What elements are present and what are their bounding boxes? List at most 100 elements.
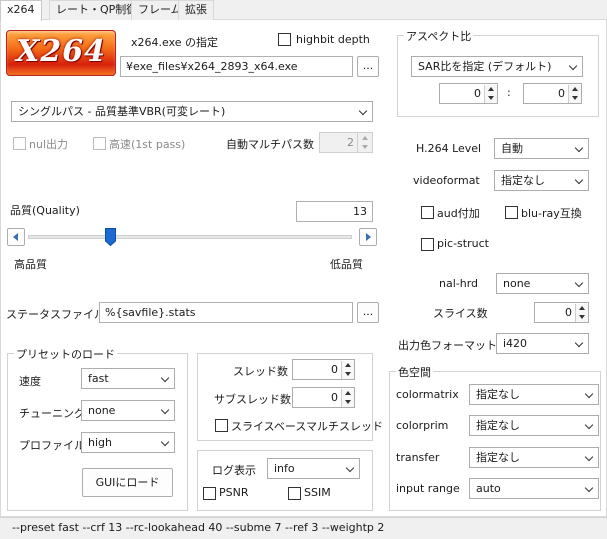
transfer-value: 指定なし (476, 451, 520, 464)
stepper-up[interactable] (341, 389, 354, 398)
preset-group-title: プリセットのロード (14, 346, 117, 362)
chevron-down-icon (584, 389, 594, 399)
chevron-down-icon (584, 420, 594, 430)
stepper-up[interactable] (575, 304, 588, 313)
stats-file-input[interactable]: %{savfile}.stats (99, 302, 353, 323)
nul-output-checkbox[interactable] (13, 137, 26, 150)
colorspace-group-title: 色空間 (396, 364, 433, 380)
slices-label: スライス数 (433, 307, 488, 320)
arrow-up-icon (488, 87, 494, 91)
tune-value: none (88, 404, 116, 417)
aspect-select[interactable]: SAR比を指定 (デフォルト) (411, 56, 583, 77)
stepper-down[interactable] (484, 94, 497, 103)
stepper-up[interactable] (484, 85, 497, 94)
aud-label: aud付加 (437, 207, 480, 220)
subthreads-value: 0 (331, 391, 338, 404)
input-range-value: auto (476, 482, 501, 495)
arrow-right-icon (366, 233, 371, 241)
stepper-down[interactable] (341, 370, 354, 379)
psnr-label: PSNR (219, 486, 249, 499)
aspect-x-stepper[interactable]: 0 (439, 83, 498, 104)
colormatrix-select[interactable]: 指定なし (469, 384, 599, 405)
stats-browse-button[interactable]: ... (357, 302, 379, 323)
exe-label: x264.exe の指定 (131, 36, 219, 49)
auto-multipass-input[interactable]: 2 (319, 132, 359, 153)
aspect-x-value: 0 (474, 87, 481, 100)
threads-stepper[interactable]: 0 (292, 359, 355, 380)
tab-bar: x264 レート・QP制御 フレーム 拡張 (0, 0, 607, 21)
log-select[interactable]: info (267, 458, 360, 479)
stepper-up[interactable] (341, 361, 354, 370)
stepper-down[interactable] (341, 398, 354, 407)
chevron-down-icon (345, 463, 355, 473)
profile-label: プロファイル (19, 439, 85, 452)
psnr-checkbox[interactable] (203, 487, 216, 500)
chevron-down-icon (584, 452, 594, 462)
auto-multipass-stepper[interactable] (357, 132, 373, 153)
encode-mode-select[interactable]: シングルパス - 品質基準VBR(可変レート) (11, 101, 373, 122)
chevron-down-icon (358, 106, 368, 116)
quality-input[interactable]: 13 (296, 201, 373, 222)
stepper-up[interactable] (359, 134, 372, 143)
highbit-checkbox[interactable] (278, 33, 291, 46)
aud-checkbox[interactable] (421, 206, 434, 219)
slices-stepper[interactable]: 0 (534, 302, 589, 323)
colorprim-label: colorprim (396, 419, 449, 432)
stepper-down[interactable] (359, 143, 372, 152)
quality-slider-thumb[interactable] (105, 228, 116, 247)
slice-multithread-checkbox[interactable] (215, 419, 228, 432)
transfer-select[interactable]: 指定なし (469, 447, 599, 468)
chevron-down-icon (584, 483, 594, 493)
slice-multithread-label: スライスベースマルチスレッド (231, 420, 384, 433)
profile-select[interactable]: high (81, 432, 175, 453)
fast-first-pass-label: 高速(1st pass) (109, 138, 186, 151)
stats-file-label: ステータスファイル (6, 308, 105, 321)
quality-high-label: 低品質 (330, 258, 363, 271)
colorprim-select[interactable]: 指定なし (469, 415, 599, 436)
quality-slider-track[interactable] (28, 235, 352, 239)
ssim-checkbox[interactable] (288, 487, 301, 500)
arrow-down-icon (579, 315, 585, 319)
colorprim-value: 指定なし (476, 419, 520, 432)
threads-value: 0 (331, 363, 338, 376)
videoformat-select[interactable]: 指定なし (494, 170, 589, 191)
stepper-down[interactable] (568, 94, 581, 103)
colormatrix-label: colormatrix (396, 388, 459, 401)
command-line-status: --preset fast --crf 13 --rc-lookahead 40… (0, 517, 607, 539)
slices-value: 0 (565, 306, 572, 319)
highbit-label: highbit depth (296, 33, 370, 46)
exe-path-input[interactable]: ¥exe_files¥x264_2893_x64.exe (120, 56, 353, 77)
tab-x264[interactable]: x264 (0, 0, 42, 21)
tune-select[interactable]: none (81, 400, 175, 421)
ssim-label: SSIM (304, 486, 331, 499)
nalhrd-select[interactable]: none (496, 273, 589, 294)
quality-low-label: 高品質 (14, 258, 47, 271)
fast-first-pass-checkbox[interactable] (93, 137, 106, 150)
speed-select[interactable]: fast (81, 368, 175, 389)
stepper-up[interactable] (568, 85, 581, 94)
colormatrix-value: 指定なし (476, 388, 520, 401)
exe-browse-button[interactable]: ... (357, 56, 379, 77)
arrow-up-icon (345, 363, 351, 367)
output-color-select[interactable]: i420 (496, 333, 589, 354)
arrow-up-icon (345, 391, 351, 395)
slider-left-button[interactable] (7, 228, 25, 246)
subthreads-stepper[interactable]: 0 (292, 387, 355, 408)
bluray-checkbox[interactable] (505, 206, 518, 219)
aspect-y-stepper[interactable]: 0 (523, 83, 582, 104)
input-range-select[interactable]: auto (469, 478, 599, 499)
subthreads-label: サブスレッド数 (214, 393, 291, 406)
picstruct-label: pic-struct (437, 237, 489, 250)
tab-extended[interactable]: 拡張 (178, 0, 214, 20)
arrow-left-icon (13, 233, 18, 241)
h264-level-select[interactable]: 自動 (494, 138, 589, 159)
picstruct-checkbox[interactable] (421, 238, 434, 251)
load-to-gui-button[interactable]: GUIにロード (82, 468, 173, 497)
slider-right-button[interactable] (359, 228, 377, 246)
tab-rate-qp[interactable]: レート・QP制御 (49, 0, 145, 20)
speed-label: 速度 (19, 375, 41, 388)
chevron-down-icon (574, 278, 584, 288)
stepper-down[interactable] (575, 313, 588, 322)
aspect-y-value: 0 (558, 87, 565, 100)
output-color-value: i420 (503, 337, 528, 350)
